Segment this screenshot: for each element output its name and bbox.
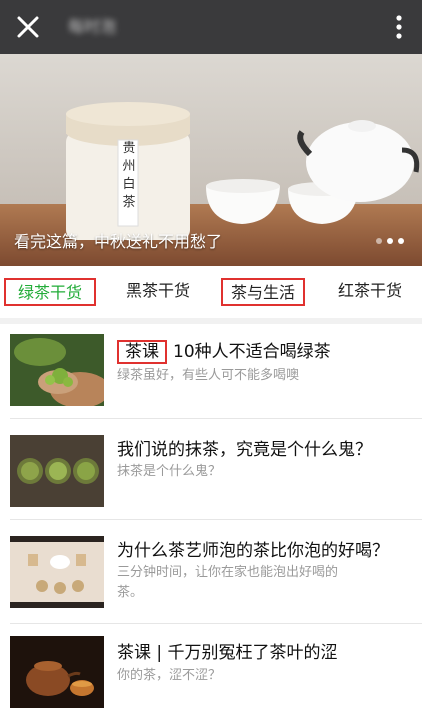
row-divider — [10, 623, 422, 624]
article-thumbnail — [10, 334, 104, 406]
article-thumbnail — [10, 636, 104, 708]
article-tag: 茶课 — [117, 340, 167, 364]
article-title: 我们说的抹茶，究竟是个什么鬼？ — [117, 440, 372, 460]
article-title: 茶课 10种人不适合喝绿茶 — [117, 340, 409, 364]
top-bar: 每时泡 — [0, 0, 422, 54]
article-subtitle: 三分钟时间，让你在家也能泡出好喝的 茶。 — [117, 565, 339, 600]
banner-caption[interactable]: 看完这篇，中秋送礼不用愁了 — [14, 232, 222, 252]
jar-label: 贵州白茶 — [122, 141, 136, 210]
carousel-dot — [387, 238, 393, 244]
article-thumbnail — [10, 536, 104, 608]
close-icon[interactable] — [12, 11, 44, 43]
carousel-dot — [376, 238, 382, 244]
article-thumbnail — [10, 435, 104, 507]
article-item[interactable]: 茶课 10种人不适合喝绿茶 绿茶虽好，有些人可不能多喝噢 — [0, 324, 422, 424]
article-title: 为什么茶艺师泡的茶比你泡的好喝？ — [117, 541, 389, 561]
article-subtitle: 你的茶，涩不涩？ — [117, 668, 222, 683]
article-item[interactable]: 为什么茶艺师泡的茶比你泡的好喝？ 三分钟时间，让你在家也能泡出好喝的 茶。 — [0, 526, 422, 626]
article-subtitle: 抹茶是个什么鬼？ — [117, 464, 222, 479]
article-subtitle: 绿茶虽好，有些人可不能多喝噢 — [117, 368, 300, 383]
category-tabs: 绿茶干货 黑茶干货 茶与生活 红茶干货 — [0, 266, 422, 318]
more-vertical-icon[interactable] — [388, 10, 410, 44]
carousel-dots — [376, 238, 404, 244]
article-item[interactable]: 我们说的抹茶，究竟是个什么鬼？ 抹茶是个什么鬼？ — [0, 425, 422, 525]
article-item[interactable]: 茶课 | 千万别冤枉了茶叶的涩 你的茶，涩不涩？ — [0, 630, 422, 718]
tab-black-tea[interactable]: 红茶干货 — [326, 278, 414, 306]
tab-green-tea[interactable]: 绿茶干货 — [4, 278, 96, 306]
tab-dark-tea[interactable]: 黑茶干货 — [114, 278, 202, 306]
row-divider — [10, 418, 422, 419]
tab-tea-life[interactable]: 茶与生活 — [221, 278, 305, 306]
article-title: 茶课 | 千万别冤枉了茶叶的涩 — [117, 643, 338, 663]
row-divider — [10, 519, 422, 520]
carousel-dot — [398, 238, 404, 244]
page-title: 每时泡 — [68, 17, 117, 36]
